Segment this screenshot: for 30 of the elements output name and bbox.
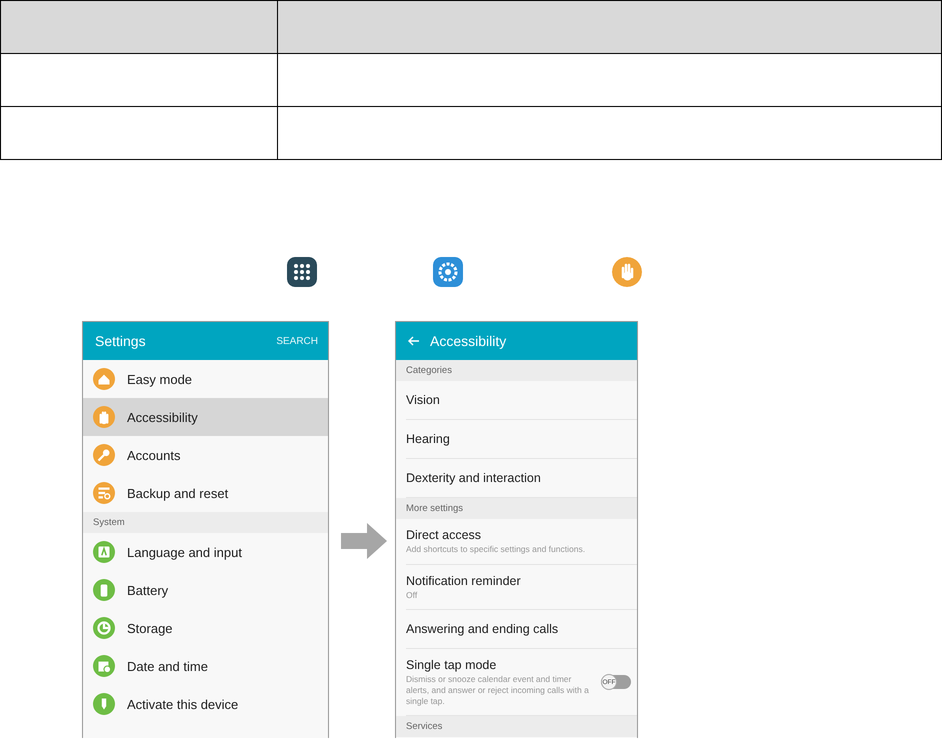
settings-icon — [433, 257, 463, 287]
screen-title: Settings — [95, 333, 147, 349]
settings-item[interactable]: Backup and reset — [83, 474, 328, 512]
setting-description: Dismiss or snooze calendar event and timer alerts, and answer or reject incoming calls with a single tap. — [406, 674, 590, 706]
setting-description: Add shortcuts to specific settings and functions. — [406, 544, 586, 555]
setting-label[interactable]: Single tap mode — [406, 658, 593, 672]
hand-icon — [612, 257, 642, 287]
settings-item[interactable]: Activate this device — [83, 685, 328, 723]
settings-item[interactable]: Accounts — [83, 436, 328, 474]
setting-label[interactable]: Notification reminder — [406, 574, 631, 588]
section-header: Services — [396, 716, 637, 738]
settings-item[interactable]: Battery — [83, 571, 328, 609]
screen-title: Accessibility — [430, 333, 508, 349]
setting-label[interactable]: Direct access — [406, 528, 631, 542]
right-arrow-icon — [341, 523, 387, 559]
section-header: Categories — [396, 360, 637, 381]
section-header: System — [83, 512, 328, 533]
settings-item[interactable]: Date and time — [83, 647, 328, 685]
settings-item[interactable]: Easy mode — [83, 360, 328, 398]
setting-label[interactable]: Answering and ending calls — [406, 622, 631, 636]
back-arrow-icon[interactable] — [408, 335, 420, 347]
setting-label[interactable]: Dexterity and interaction — [406, 471, 631, 485]
section-header: More settings — [396, 498, 637, 519]
settings-item[interactable]: Accessibility — [83, 398, 328, 436]
settings-item[interactable]: Storage — [83, 609, 328, 647]
setting-label[interactable]: Vision — [406, 393, 631, 407]
setting-description: Off — [406, 590, 418, 600]
apps-grid-icon — [287, 257, 317, 287]
setting-label[interactable]: Hearing — [406, 432, 631, 446]
settings-item[interactable]: Language and input — [83, 533, 328, 571]
